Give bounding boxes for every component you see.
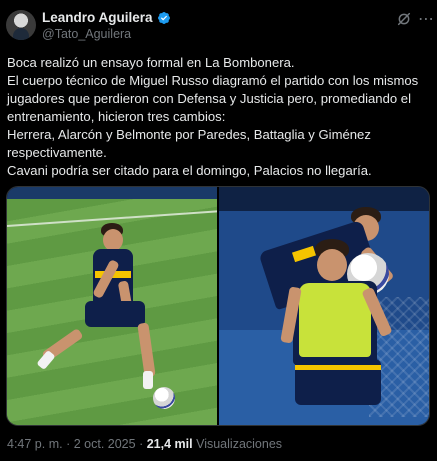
grok-icon[interactable] xyxy=(396,11,412,27)
soccer-ball xyxy=(153,387,175,409)
author-display-name[interactable]: Leandro Aguilera xyxy=(42,10,153,25)
verified-badge-icon xyxy=(157,11,170,24)
tweet-line: Boca realizó un ensayo formal en La Bomb… xyxy=(7,55,295,70)
tweet-line: Herrera, Alarcón y Belmonte por Paredes,… xyxy=(7,127,371,142)
photo-training-duel[interactable] xyxy=(219,187,429,425)
tweet-line: El cuerpo técnico de Miguel Russo diagra… xyxy=(7,73,419,88)
meta-separator: · xyxy=(66,437,71,451)
more-options-icon[interactable]: ⋯ xyxy=(418,9,435,29)
tweet-time[interactable]: 4:47 p. m. xyxy=(7,437,63,451)
tweet-line: entrenamiento, hicieron tres cambios: xyxy=(7,109,226,124)
tweet-line: Cavani podría ser citado para el domingo… xyxy=(7,163,372,178)
player-figure-front xyxy=(255,239,405,425)
avatar[interactable] xyxy=(6,10,36,40)
tweet-media xyxy=(6,186,430,426)
tweet-header: Leandro Aguilera @Tato_Aguilera ⋯ xyxy=(0,0,437,50)
tweet-text: Boca realizó un ensayo formal en La Bomb… xyxy=(7,54,433,180)
photo-training-player[interactable] xyxy=(7,187,217,425)
author-name-row[interactable]: Leandro Aguilera xyxy=(42,10,171,25)
tweet-line: jugadores que perdieron con Defensa y Ju… xyxy=(7,91,411,106)
views-label: Visualizaciones xyxy=(196,437,283,451)
meta-separator: · xyxy=(139,437,144,451)
tweet-date[interactable]: 2 oct. 2025 xyxy=(74,437,136,451)
views-count: 21,4 mil xyxy=(146,437,193,451)
player-figure xyxy=(36,223,167,423)
tweet-meta: 4:47 p. m. · 2 oct. 2025 · 21,4 mil Visu… xyxy=(7,437,282,451)
tweet-line: respectivamente. xyxy=(7,145,107,160)
author-handle[interactable]: @Tato_Aguilera xyxy=(42,27,131,41)
